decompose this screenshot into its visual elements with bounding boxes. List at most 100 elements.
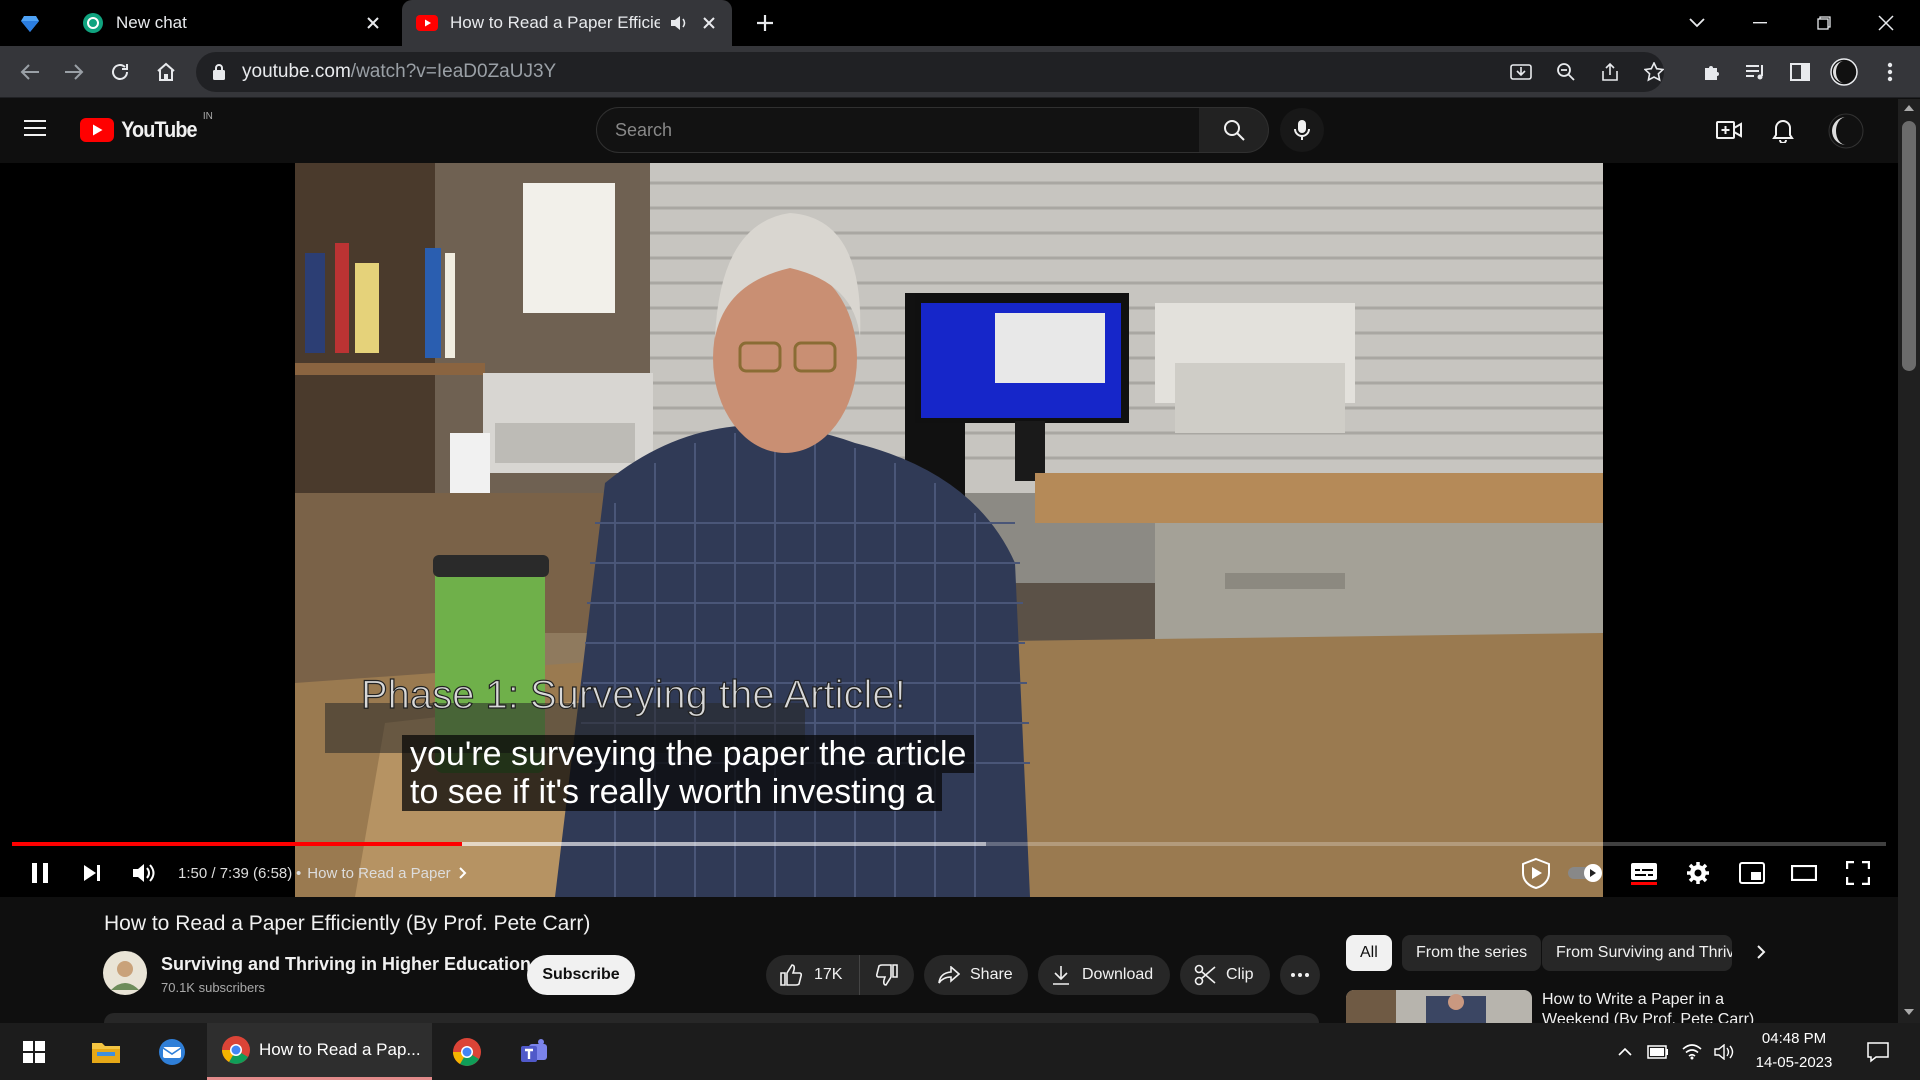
install-app-icon[interactable] [1510, 62, 1532, 82]
minimize-button[interactable] [1740, 0, 1780, 46]
scroll-up-arrow[interactable] [1904, 105, 1914, 111]
lock-icon[interactable] [212, 63, 226, 81]
taskbar-outlook[interactable] [150, 1023, 194, 1080]
taskbar-chrome-profile[interactable] [445, 1023, 489, 1080]
extensions-button[interactable] [1694, 54, 1730, 90]
thumbs-up-icon [780, 964, 802, 986]
channel-avatar[interactable] [102, 950, 148, 996]
chip-all[interactable]: All [1346, 935, 1392, 971]
recommendation-title[interactable]: How to Write a Paper in a Weekend (By Pr… [1542, 990, 1782, 1023]
mute-button[interactable] [124, 849, 164, 897]
channel-name[interactable]: Surviving and Thriving in Higher Educati… [161, 954, 531, 975]
chapter-button[interactable]: • How to Read a Paper [296, 849, 467, 897]
like-button[interactable]: 17K [766, 955, 860, 995]
taskbar-file-explorer[interactable] [84, 1023, 128, 1080]
video-player[interactable]: Phase 1: Surveying the Article! you're s… [0, 163, 1898, 897]
tab-title: New chat [116, 13, 187, 32]
close-icon[interactable] [366, 16, 380, 30]
reload-button[interactable] [102, 54, 138, 90]
taskbar-teams[interactable] [512, 1023, 556, 1080]
bookmark-star-icon[interactable] [1644, 62, 1664, 82]
extension-player-button[interactable] [1516, 849, 1556, 897]
youtube-icon [80, 118, 114, 142]
restore-icon [1817, 16, 1831, 30]
notification-center-button[interactable] [1858, 1023, 1898, 1080]
progress-bar[interactable] [12, 842, 1886, 846]
phase-overlay-text: Phase 1: Surveying the Article! [360, 672, 906, 717]
show-hidden-icons-button[interactable] [1612, 1023, 1638, 1080]
taskbar-clock[interactable]: 04:48 PM 14-05-2023 [1746, 1027, 1842, 1075]
fullscreen-button[interactable] [1838, 849, 1878, 897]
tab-new-chat[interactable]: New chat [70, 0, 396, 46]
back-button[interactable] [12, 54, 48, 90]
settings-button[interactable] [1678, 849, 1718, 897]
chrome-menu-button[interactable] [1872, 54, 1908, 90]
theater-mode-button[interactable] [1784, 849, 1824, 897]
page-scrollbar[interactable] [1898, 99, 1920, 1023]
search-input[interactable]: Search [596, 107, 1200, 153]
folder-icon [91, 1040, 121, 1064]
battery-status[interactable] [1644, 1023, 1672, 1080]
clock-date: 14-05-2023 [1755, 1054, 1833, 1071]
region-code: IN [202, 111, 213, 122]
subscribe-button[interactable]: Subscribe [527, 955, 635, 995]
recommendation-thumbnail[interactable] [1346, 990, 1532, 1023]
chapter-separator: • [296, 864, 302, 882]
notification-icon [1867, 1041, 1889, 1063]
download-label: Download [1082, 966, 1154, 983]
restore-button[interactable] [1804, 0, 1844, 46]
side-panel-button[interactable] [1782, 54, 1818, 90]
create-button[interactable] [1716, 119, 1742, 141]
zoom-icon[interactable] [1556, 62, 1576, 82]
address-bar[interactable]: youtube.com/watch?v=IeaD0ZaUJ3Y [196, 52, 1664, 92]
volume-icon [132, 862, 156, 884]
scrollbar-thumb[interactable] [1902, 121, 1916, 371]
next-button[interactable] [72, 849, 112, 897]
more-actions-button[interactable] [1280, 955, 1320, 995]
taskbar-chrome-window[interactable]: How to Read a Pap... [207, 1023, 432, 1080]
profile-button[interactable] [1826, 54, 1862, 90]
youtube-logo[interactable]: YouTube IN [80, 111, 213, 143]
tab-youtube-active[interactable]: How to Read a Paper Efficien [402, 0, 732, 46]
chevron-right-icon [458, 867, 467, 879]
network-status[interactable] [1678, 1023, 1706, 1080]
miniplayer-button[interactable] [1732, 849, 1772, 897]
new-tab-button[interactable] [748, 0, 782, 46]
window-close-button[interactable] [1866, 0, 1906, 46]
tab-pinned-gem[interactable] [20, 0, 60, 46]
thumbs-down-icon [876, 964, 898, 986]
chip-from-series[interactable]: From the series [1402, 935, 1542, 971]
chip-from-channel[interactable]: From Surviving and Thriv [1542, 935, 1732, 971]
notifications-button[interactable] [1772, 117, 1794, 143]
captions: you're surveying the paper the article t… [402, 735, 975, 811]
tab-search-button[interactable] [1680, 0, 1714, 46]
search-button[interactable] [1199, 107, 1269, 153]
home-button[interactable] [148, 54, 184, 90]
mail-app-icon [157, 1038, 187, 1066]
start-button[interactable] [12, 1023, 56, 1080]
guide-menu-button[interactable] [24, 119, 46, 137]
openai-icon [82, 12, 104, 34]
dislike-button[interactable] [860, 955, 914, 995]
youtube-wordmark: YouTube [121, 117, 197, 142]
bell-icon [1772, 117, 1794, 143]
share-button[interactable]: Share [924, 955, 1028, 995]
forward-button[interactable] [56, 54, 92, 90]
fullscreen-icon [1846, 861, 1870, 885]
share-icon[interactable] [1600, 62, 1620, 82]
voice-search-button[interactable] [1280, 108, 1324, 152]
clip-button[interactable]: Clip [1180, 955, 1270, 995]
media-control-button[interactable] [1738, 54, 1774, 90]
close-icon[interactable] [702, 16, 716, 30]
pause-button[interactable] [20, 849, 60, 897]
recommendation-title-line: How to Write a Paper in a [1542, 991, 1725, 1008]
autoplay-toggle[interactable] [1566, 849, 1606, 897]
account-button[interactable] [1828, 113, 1864, 149]
subtitles-button[interactable] [1624, 849, 1664, 897]
chips-next-button[interactable] [1756, 944, 1766, 960]
played-bar [12, 842, 462, 846]
volume-status[interactable] [1710, 1023, 1738, 1080]
speaker-icon[interactable] [670, 15, 688, 31]
download-button[interactable]: Download [1038, 955, 1170, 995]
scroll-down-arrow[interactable] [1904, 1009, 1914, 1015]
